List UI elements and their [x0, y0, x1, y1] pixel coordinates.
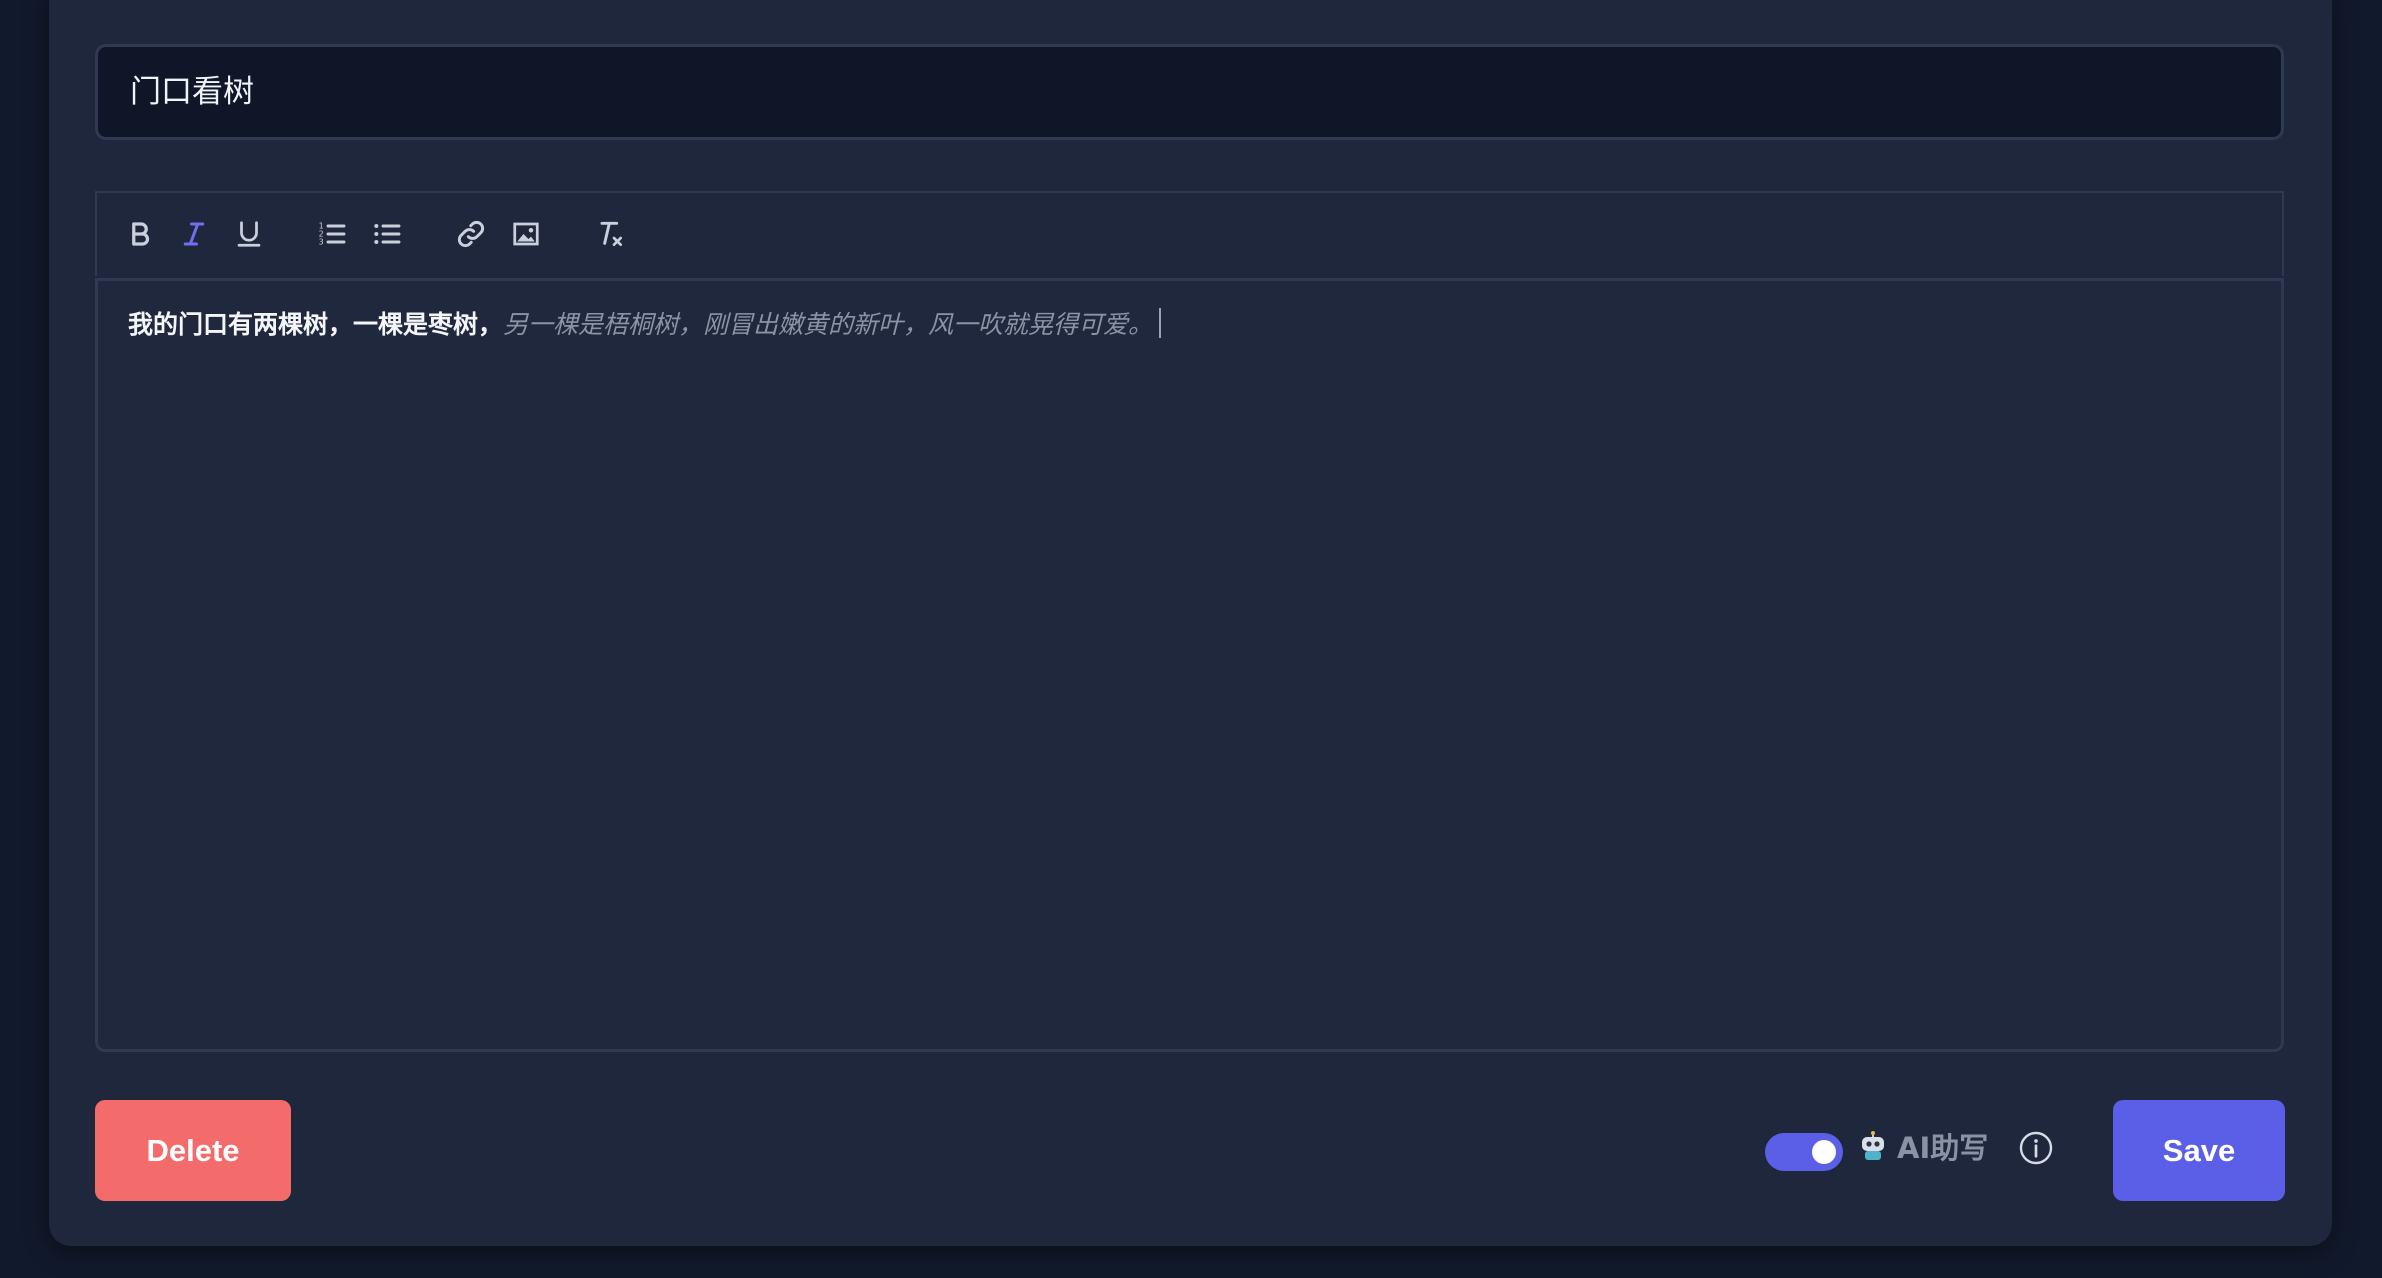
bold-button[interactable]: [117, 211, 163, 257]
bold-icon: [132, 222, 150, 246]
robot-icon: [1862, 1131, 1884, 1160]
italic-icon: [183, 222, 205, 246]
ai-suggestion-text: 另一棵是梧桐树，刚冒出嫩黄的新叶，风一吹就晃得可爱。: [503, 310, 1154, 339]
svg-text:3: 3: [319, 238, 324, 247]
clear-format-button[interactable]: [587, 211, 633, 257]
underline-button[interactable]: [226, 211, 272, 257]
link-icon: [457, 220, 485, 248]
link-button[interactable]: [448, 211, 494, 257]
image-icon: [513, 222, 539, 246]
ai-assist-toggle[interactable]: [1765, 1133, 1843, 1171]
rich-text-editor[interactable]: 我的门口有两棵树，一棵是枣树，另一棵是梧桐树，刚冒出嫩黄的新叶，风一吹就晃得可爱…: [95, 278, 2284, 1052]
image-button[interactable]: [503, 211, 549, 257]
italic-button[interactable]: [171, 211, 217, 257]
clear-format-icon: [600, 221, 622, 246]
editor-toolbar: 1 2 3: [95, 191, 2284, 276]
ordered-list-button[interactable]: 1 2 3: [309, 211, 355, 257]
text-caret: [1159, 308, 1162, 338]
ai-assist-label: AI助写: [1897, 1131, 1989, 1165]
delete-button[interactable]: Delete: [95, 1100, 291, 1201]
ordered-list-icon: 1 2 3: [319, 222, 346, 247]
bullet-list-icon: [374, 224, 401, 244]
underline-icon: [237, 221, 261, 247]
bullet-list-button[interactable]: [364, 211, 410, 257]
toggle-knob: [1812, 1140, 1836, 1164]
typed-text: 我的门口有两棵树，一棵是枣树，: [128, 310, 504, 339]
info-icon[interactable]: [2018, 1130, 2054, 1166]
title-input[interactable]: 门口看树: [95, 44, 2284, 140]
save-button[interactable]: Save: [2113, 1100, 2285, 1201]
